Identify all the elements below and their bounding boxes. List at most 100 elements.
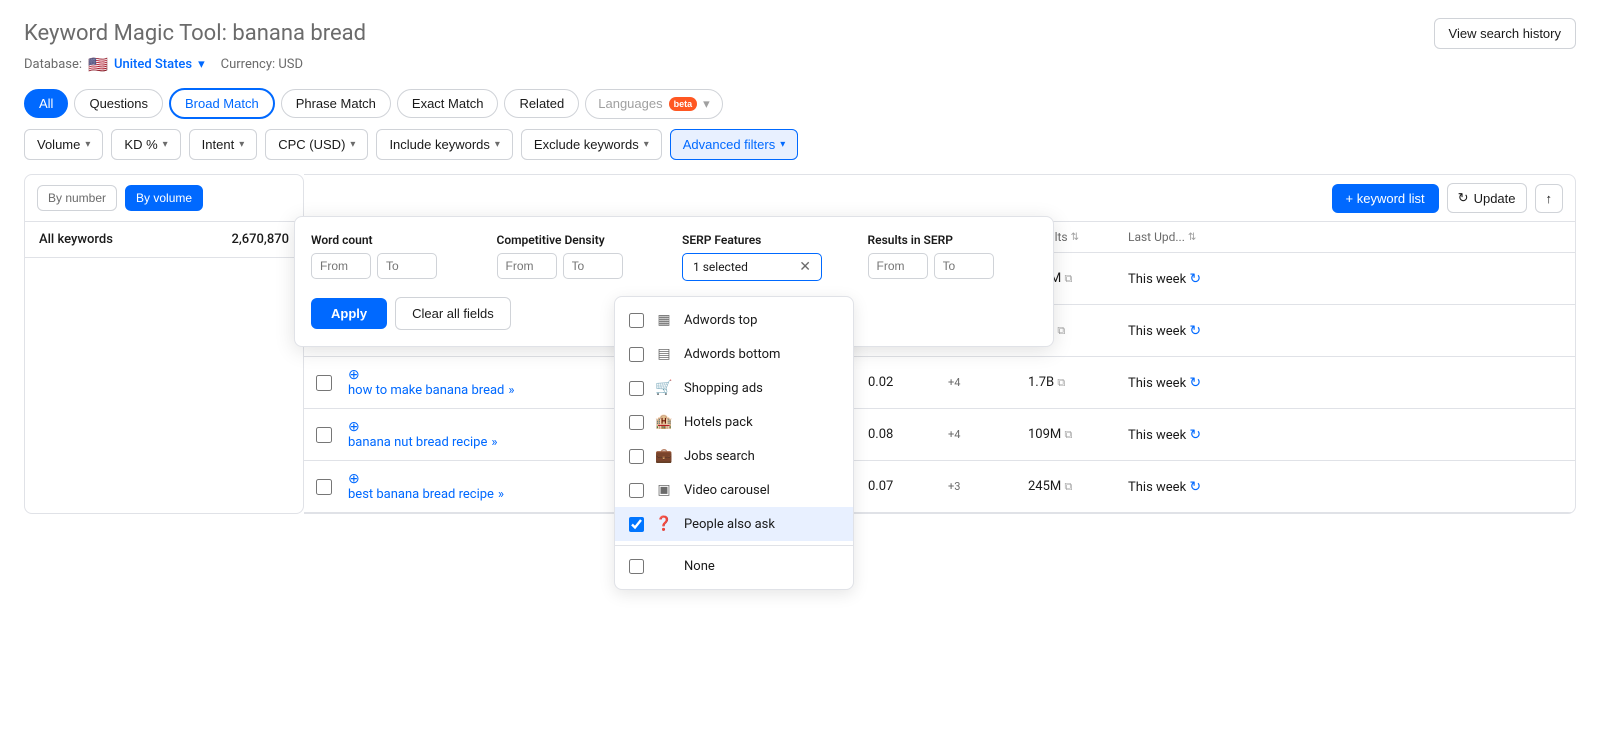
- serp-option-video-carousel[interactable]: ▣ Video carousel: [615, 473, 853, 507]
- serp-option-hotels-pack[interactable]: 🏨 Hotels pack: [615, 405, 853, 439]
- tab-broad-match[interactable]: Broad Match: [169, 88, 275, 119]
- languages-label: Languages: [598, 96, 662, 111]
- tab-phrase-match[interactable]: Phrase Match: [281, 89, 391, 118]
- serp-checkbox-adwords-top[interactable]: [629, 313, 644, 328]
- row-checkbox[interactable]: [316, 479, 332, 495]
- filter-kd[interactable]: KD % ▾: [111, 129, 180, 160]
- chevron-down-icon: ▾: [495, 139, 500, 150]
- filter-include-keywords[interactable]: Include keywords ▾: [376, 129, 512, 160]
- serp-option-people-also-ask[interactable]: ❓ People also ask: [615, 507, 853, 541]
- row-checkbox[interactable]: [316, 427, 332, 443]
- tab-exact-match[interactable]: Exact Match: [397, 89, 499, 118]
- results-icon: ⧉: [1065, 480, 1073, 493]
- filter-exclude-keywords[interactable]: Exclude keywords ▾: [521, 129, 662, 160]
- serp-option-label: Hotels pack: [684, 415, 753, 430]
- keyword-link[interactable]: how to make banana bread »: [348, 383, 628, 398]
- serp-checkbox-adwords-bottom[interactable]: [629, 347, 644, 362]
- serp-option-none[interactable]: None: [615, 550, 853, 583]
- export-icon: ↑: [1546, 191, 1553, 206]
- results-in-serp-from[interactable]: [868, 253, 928, 279]
- serp-checkbox-none[interactable]: [629, 559, 644, 574]
- table-row: ⊕ banana nut bread recipe » I 49,500 0.0…: [304, 409, 1575, 461]
- clear-serp-selection[interactable]: ✕: [799, 259, 811, 275]
- chevron-down-icon[interactable]: ▾: [198, 57, 205, 72]
- tab-languages[interactable]: Languages beta ▾: [585, 89, 722, 119]
- filter-cpc-label: CPC (USD): [278, 137, 345, 152]
- add-keyword-icon[interactable]: ⊕: [348, 419, 360, 435]
- serp-checkbox-shopping-ads[interactable]: [629, 381, 644, 396]
- refresh-icon[interactable]: ↻: [1189, 323, 1201, 339]
- apply-button[interactable]: Apply: [311, 298, 387, 329]
- word-count-to[interactable]: [377, 253, 437, 279]
- cpc-value: 0.08: [868, 427, 948, 442]
- tab-all[interactable]: All: [24, 89, 68, 118]
- serp-selected-display[interactable]: 1 selected ✕: [682, 253, 822, 281]
- add-keyword-icon: +: [1346, 191, 1354, 206]
- refresh-icon[interactable]: ↻: [1189, 427, 1201, 443]
- refresh-icon[interactable]: ↻: [1189, 271, 1201, 287]
- flag-icon: 🇺🇸: [88, 55, 108, 74]
- serp-option-adwords-top[interactable]: ▦ Adwords top: [615, 303, 853, 337]
- chevron-down-icon: ▾: [644, 139, 649, 150]
- sort-by-volume[interactable]: By volume: [125, 185, 203, 211]
- competitive-density-from[interactable]: [497, 253, 557, 279]
- serp-option-adwords-bottom[interactable]: ▤ Adwords bottom: [615, 337, 853, 371]
- cpc-value: 0.02: [868, 375, 948, 390]
- refresh-icon[interactable]: ↻: [1189, 479, 1201, 495]
- tab-related[interactable]: Related: [504, 89, 579, 118]
- updated-value: This week: [1128, 272, 1186, 287]
- results-icon: ⧉: [1065, 428, 1073, 441]
- shopping-ads-icon: 🛒: [654, 380, 674, 396]
- video-carousel-icon: ▣: [654, 482, 674, 498]
- word-count-from[interactable]: [311, 253, 371, 279]
- results-icon: ⧉: [1057, 376, 1065, 389]
- add-keyword-list-button[interactable]: + keyword list: [1332, 184, 1439, 213]
- serp-selected-count: 1 selected: [693, 260, 748, 274]
- results-icon: ⧉: [1057, 324, 1065, 337]
- filter-cpc[interactable]: CPC (USD) ▾: [265, 129, 368, 160]
- sort-results-icon[interactable]: ⇅: [1071, 232, 1079, 243]
- sub-header: Database: 🇺🇸 United States ▾ Currency: U…: [24, 55, 1576, 74]
- serp-option-label: People also ask: [684, 517, 775, 532]
- tab-questions[interactable]: Questions: [74, 89, 163, 118]
- competitive-density-group: Competitive Density: [497, 233, 667, 281]
- keyword-link[interactable]: banana nut bread recipe »: [348, 435, 628, 450]
- add-keyword-icon[interactable]: ⊕: [348, 367, 360, 383]
- clear-fields-button[interactable]: Clear all fields: [395, 297, 511, 330]
- table-row: ⊕ how to make banana bread » I 74,000 0.…: [304, 357, 1575, 409]
- filter-intent[interactable]: Intent ▾: [189, 129, 258, 160]
- serp-option-label: Shopping ads: [684, 381, 763, 396]
- serp-checkbox-hotels-pack[interactable]: [629, 415, 644, 430]
- filter-include-label: Include keywords: [389, 137, 489, 152]
- row-checkbox[interactable]: [316, 375, 332, 391]
- results-in-serp-to[interactable]: [934, 253, 994, 279]
- keyword-link[interactable]: best banana bread recipe »: [348, 487, 628, 502]
- sort-updated-icon[interactable]: ⇅: [1188, 232, 1196, 243]
- table-row: ⊕ best banana bread recipe » I 49,500 0.…: [304, 461, 1575, 513]
- updated-value: This week: [1128, 480, 1186, 495]
- database-link[interactable]: United States: [114, 57, 192, 72]
- serp-checkbox-people-also-ask[interactable]: [629, 517, 644, 532]
- filter-advanced[interactable]: Advanced filters ▾: [670, 129, 799, 160]
- results-value: 109M: [1028, 427, 1061, 442]
- sidebar: By number By volume All keywords 2,670,8…: [24, 174, 304, 514]
- filter-volume[interactable]: Volume ▾: [24, 129, 103, 160]
- sort-by-number[interactable]: By number: [37, 185, 117, 211]
- filter-advanced-label: Advanced filters: [683, 137, 776, 152]
- chevron-down-icon: ▾: [239, 139, 244, 150]
- beta-badge: beta: [669, 97, 698, 111]
- export-button[interactable]: ↑: [1535, 184, 1564, 213]
- serp-option-shopping-ads[interactable]: 🛒 Shopping ads: [615, 371, 853, 405]
- serp-checkbox-jobs-search[interactable]: [629, 449, 644, 464]
- update-button[interactable]: ↻ Update: [1447, 183, 1527, 213]
- all-keywords-label: All keywords: [39, 232, 113, 247]
- add-keyword-icon[interactable]: ⊕: [348, 471, 360, 487]
- serp-checkbox-video-carousel[interactable]: [629, 483, 644, 498]
- updated-value: This week: [1128, 324, 1186, 339]
- chevron-down-icon: ▾: [163, 139, 168, 150]
- serp-option-label: Video carousel: [684, 483, 770, 498]
- view-history-button[interactable]: View search history: [1434, 18, 1576, 49]
- refresh-icon[interactable]: ↻: [1189, 375, 1201, 391]
- serp-option-jobs-search[interactable]: 💼 Jobs search: [615, 439, 853, 473]
- competitive-density-to[interactable]: [563, 253, 623, 279]
